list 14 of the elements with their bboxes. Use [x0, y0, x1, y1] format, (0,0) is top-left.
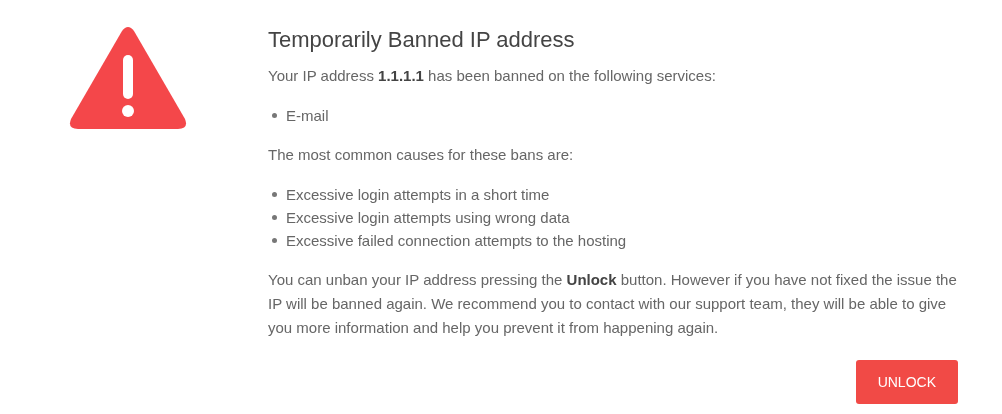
bullet-icon — [272, 113, 277, 118]
cause-item: Excessive login attempts in a short time — [286, 185, 550, 205]
intro-text: Your IP address 1.1.1.1 has been banned on the following services: — [268, 66, 717, 86]
advice-text: You can unban your IP address pressing the Unlock button. However if you have not fixed the issue the IP will be banned again. We recommend you to contact with our support team, they will be able to give you more information and help you prevent it from happening again. — [268, 270, 958, 338]
page-title: Temporarily Banned IP address — [268, 27, 576, 53]
service-item: E-mail — [286, 106, 329, 126]
cause-item: Excessive login attempts using wrong data — [286, 208, 570, 228]
bullet-icon — [272, 238, 277, 243]
causes-intro: The most common causes for these bans are: — [268, 145, 575, 165]
bullet-icon — [272, 215, 277, 220]
bullet-icon — [272, 192, 277, 197]
unlock-button[interactable]: UNLOCK — [855, 360, 958, 404]
warning-icon — [68, 25, 188, 131]
cause-item: Excessive failed connection attempts to the hosting — [286, 231, 627, 251]
